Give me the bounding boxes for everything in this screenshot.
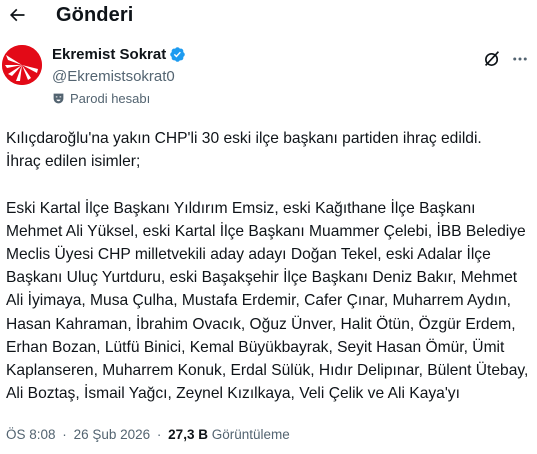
tweet-date[interactable]: 26 Şub 2026 [74,427,151,442]
meta-separator: · [62,427,67,442]
verified-badge-icon [170,47,185,62]
more-button[interactable] [509,48,531,70]
party-logo-icon [2,45,42,85]
views-count: 27,3 B [168,427,208,442]
avatar[interactable] [2,45,42,85]
arrow-left-icon [9,8,25,22]
meta-separator: · [156,427,162,442]
tweet-text: Kılıçdaroğlu'na yakın CHP'li 30 eski ilç… [6,130,529,403]
grok-icon [484,51,500,66]
views-label: Görüntüleme [211,427,290,442]
parody-label-row: Parodi hesabı [52,91,150,106]
author-handle[interactable]: @Ekremistsokrat0 [52,68,175,85]
tweet-time[interactable]: ÖS 8:08 [6,427,56,442]
top-bar: Gönderi [0,0,537,30]
page-title: Gönderi [56,4,134,26]
author-name[interactable]: Ekremist Sokrat [52,46,166,63]
tweet-meta: ÖS 8:08 · 26 Şub 2026 · 27,3 B Görüntüle… [6,427,290,442]
author-name-row: Ekremist Sokrat [52,46,186,63]
parody-mask-icon [53,93,64,104]
back-button[interactable] [2,0,32,30]
more-horizontal-icon [513,57,527,61]
grok-button[interactable] [481,48,503,70]
parody-label: Parodi hesabı [70,91,151,106]
